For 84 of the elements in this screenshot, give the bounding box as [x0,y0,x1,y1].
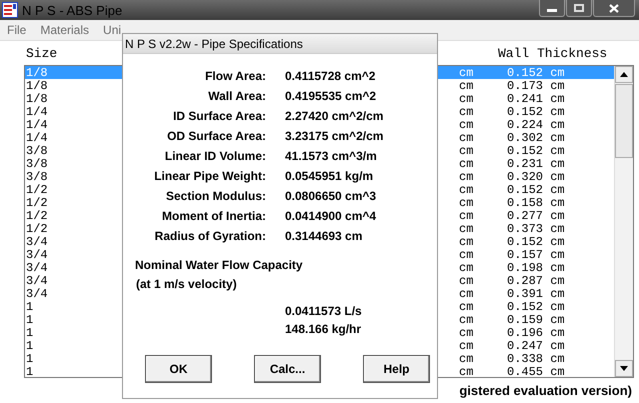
wall-thickness-cell-text: 0.152 cm [507,66,566,80]
unit-cell-text: cm [459,130,474,144]
unit-cell-text: cm [459,338,474,352]
flow-value: 0.0411573 L/s [285,303,362,320]
size-cell: 3/4 [25,248,48,262]
wall-thickness-cell-text: 0.152 cm [507,234,566,248]
size-cell: 1 [25,352,34,366]
wall-thickness-cell-text: 0.198 cm [507,260,566,274]
unit-cell-text: cm [459,208,474,222]
wall-thickness-cell-text: 0.157 cm [507,248,566,262]
unit-cell-text: cm [459,144,474,158]
column-header: Size [26,46,58,60]
wall-thickness-cell-text: 0.320 cm [507,170,566,184]
wall-thickness-cell-text: 0.152 cm [507,182,566,196]
unit-cell-text: cm [459,170,474,184]
unit-cell-text: cm [459,326,474,340]
property-label: Linear Pipe Weight: [153,168,266,185]
property-label: Section Modulus: [165,188,266,205]
wall-thickness-cell-text: 0.247 cm [507,338,566,352]
size-cell: 1 [25,312,34,326]
unit-cell-text: cm [459,248,474,262]
unit-cell-text: cm [459,312,474,326]
wall-thickness-cell-text: 0.152 cm [507,104,566,118]
wall-thickness-cell-text: 0.241 cm [507,92,566,106]
size-cell: 1/2 [25,222,48,236]
property-value: 41.1573 cm^3/m [285,148,378,165]
wall-thickness-cell-text: 0.173 cm [507,78,566,92]
size-cell: 1/4 [25,118,48,132]
property-label: Moment of Inertia: [161,208,266,225]
wall-thickness-cell-text: 0.391 cm [507,286,566,300]
property-value: 3.23175 cm^2/cm [285,128,384,145]
wall-thickness-cell-text: 0.338 cm [507,352,566,366]
size-cell: 1/2 [25,182,48,196]
wall-thickness-cell-text: 0.231 cm [507,156,566,170]
size-cell: 1/8 [25,66,48,80]
property-label: ID Surface Area: [172,108,266,125]
unit-cell-text: cm [459,78,474,92]
wall-thickness-cell-text: 0.277 cm [507,208,566,222]
unit-cell-text: cm [459,274,474,288]
wall-thickness-cell-text: 0.152 cm [507,144,566,158]
unit-cell-text: cm [459,222,474,236]
property-label: Radius of Gyration: [154,228,266,245]
unit-cell-text: cm [459,66,474,80]
unit-cell-text: cm [459,300,474,314]
unit-cell-text: cm [459,260,474,274]
property-label: OD Surface Area: [166,128,266,145]
unit-cell-text: cm [459,156,474,170]
unit-cell-text: cm [459,118,474,132]
wall-thickness-cell-text: 0.196 cm [507,326,566,340]
unit-cell-text: cm [459,234,474,248]
unit-cell-text: cm [459,196,474,210]
property-value: 0.4195535 cm^2 [285,88,378,105]
size-cell: 3/8 [25,156,48,170]
property-label: Linear ID Volume: [164,148,266,165]
dialog-title: N P S v2.2w - Pipe Specifications [125,36,303,50]
wall-thickness-cell-text: 0.224 cm [507,118,566,132]
property-label: Wall Area: [207,88,266,105]
wall-thickness-cell-text: 0.302 cm [507,130,566,144]
wall-thickness-cell-text: 0.373 cm [507,222,566,236]
property-value: 0.0806650 cm^3 [285,188,378,205]
flow-value: 148.166 kg/hr [285,321,362,338]
property-value: 0.3144693 cm [285,228,364,245]
column-header: Wall Thickness [498,46,608,60]
section-note: (at 1 m/s velocity) [136,276,238,293]
wall-thickness-cell-text: 0.287 cm [507,274,566,288]
property-value: 0.0414900 cm^4 [285,208,378,225]
unit-cell-text: cm [459,352,474,366]
wall-thickness-cell-text: 0.158 cm [507,196,566,210]
status-text: gistered evaluation version) [459,382,632,398]
unit-cell-text: cm [459,364,474,378]
wall-thickness-cell-text: 0.159 cm [507,312,566,326]
size-cell: 1/8 [25,78,48,92]
unit-cell-text: cm [459,92,474,106]
property-value: 0.0545951 kg/m [285,168,374,185]
wall-thickness-cell-text: 0.455 cm [507,364,566,378]
unit-cell-text: cm [459,182,474,196]
size-cell: 1 [25,338,34,352]
unit-cell-text: cm [459,104,474,118]
size-cell: 3/4 [25,286,48,300]
wall-thickness-cell-text: 0.152 cm [507,300,566,314]
section-heading: Nominal Water Flow Capacity [135,257,304,274]
window-title: N P S - ABS Pipe [22,2,124,18]
unit-cell-text: cm [459,286,474,300]
property-value: 2.27420 cm^2/cm [285,108,384,125]
